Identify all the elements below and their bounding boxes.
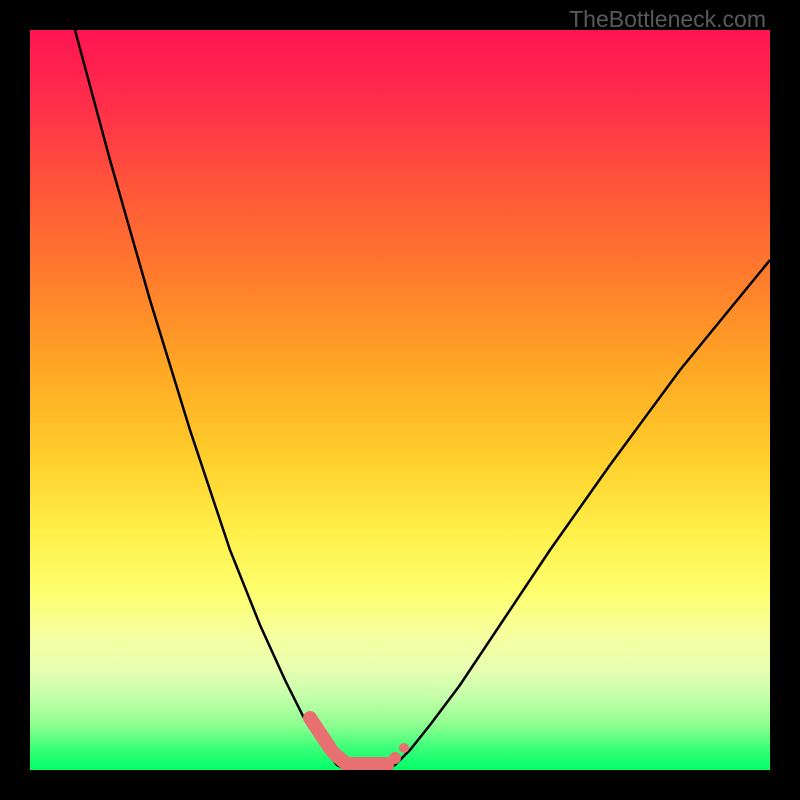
- right-curve: [385, 260, 770, 770]
- left-curve: [75, 30, 355, 770]
- chart-plot-area: [30, 30, 770, 770]
- watermark-text: TheBottleneck.com: [569, 6, 766, 33]
- data-markers: [310, 718, 409, 765]
- curve-svg: [30, 30, 770, 770]
